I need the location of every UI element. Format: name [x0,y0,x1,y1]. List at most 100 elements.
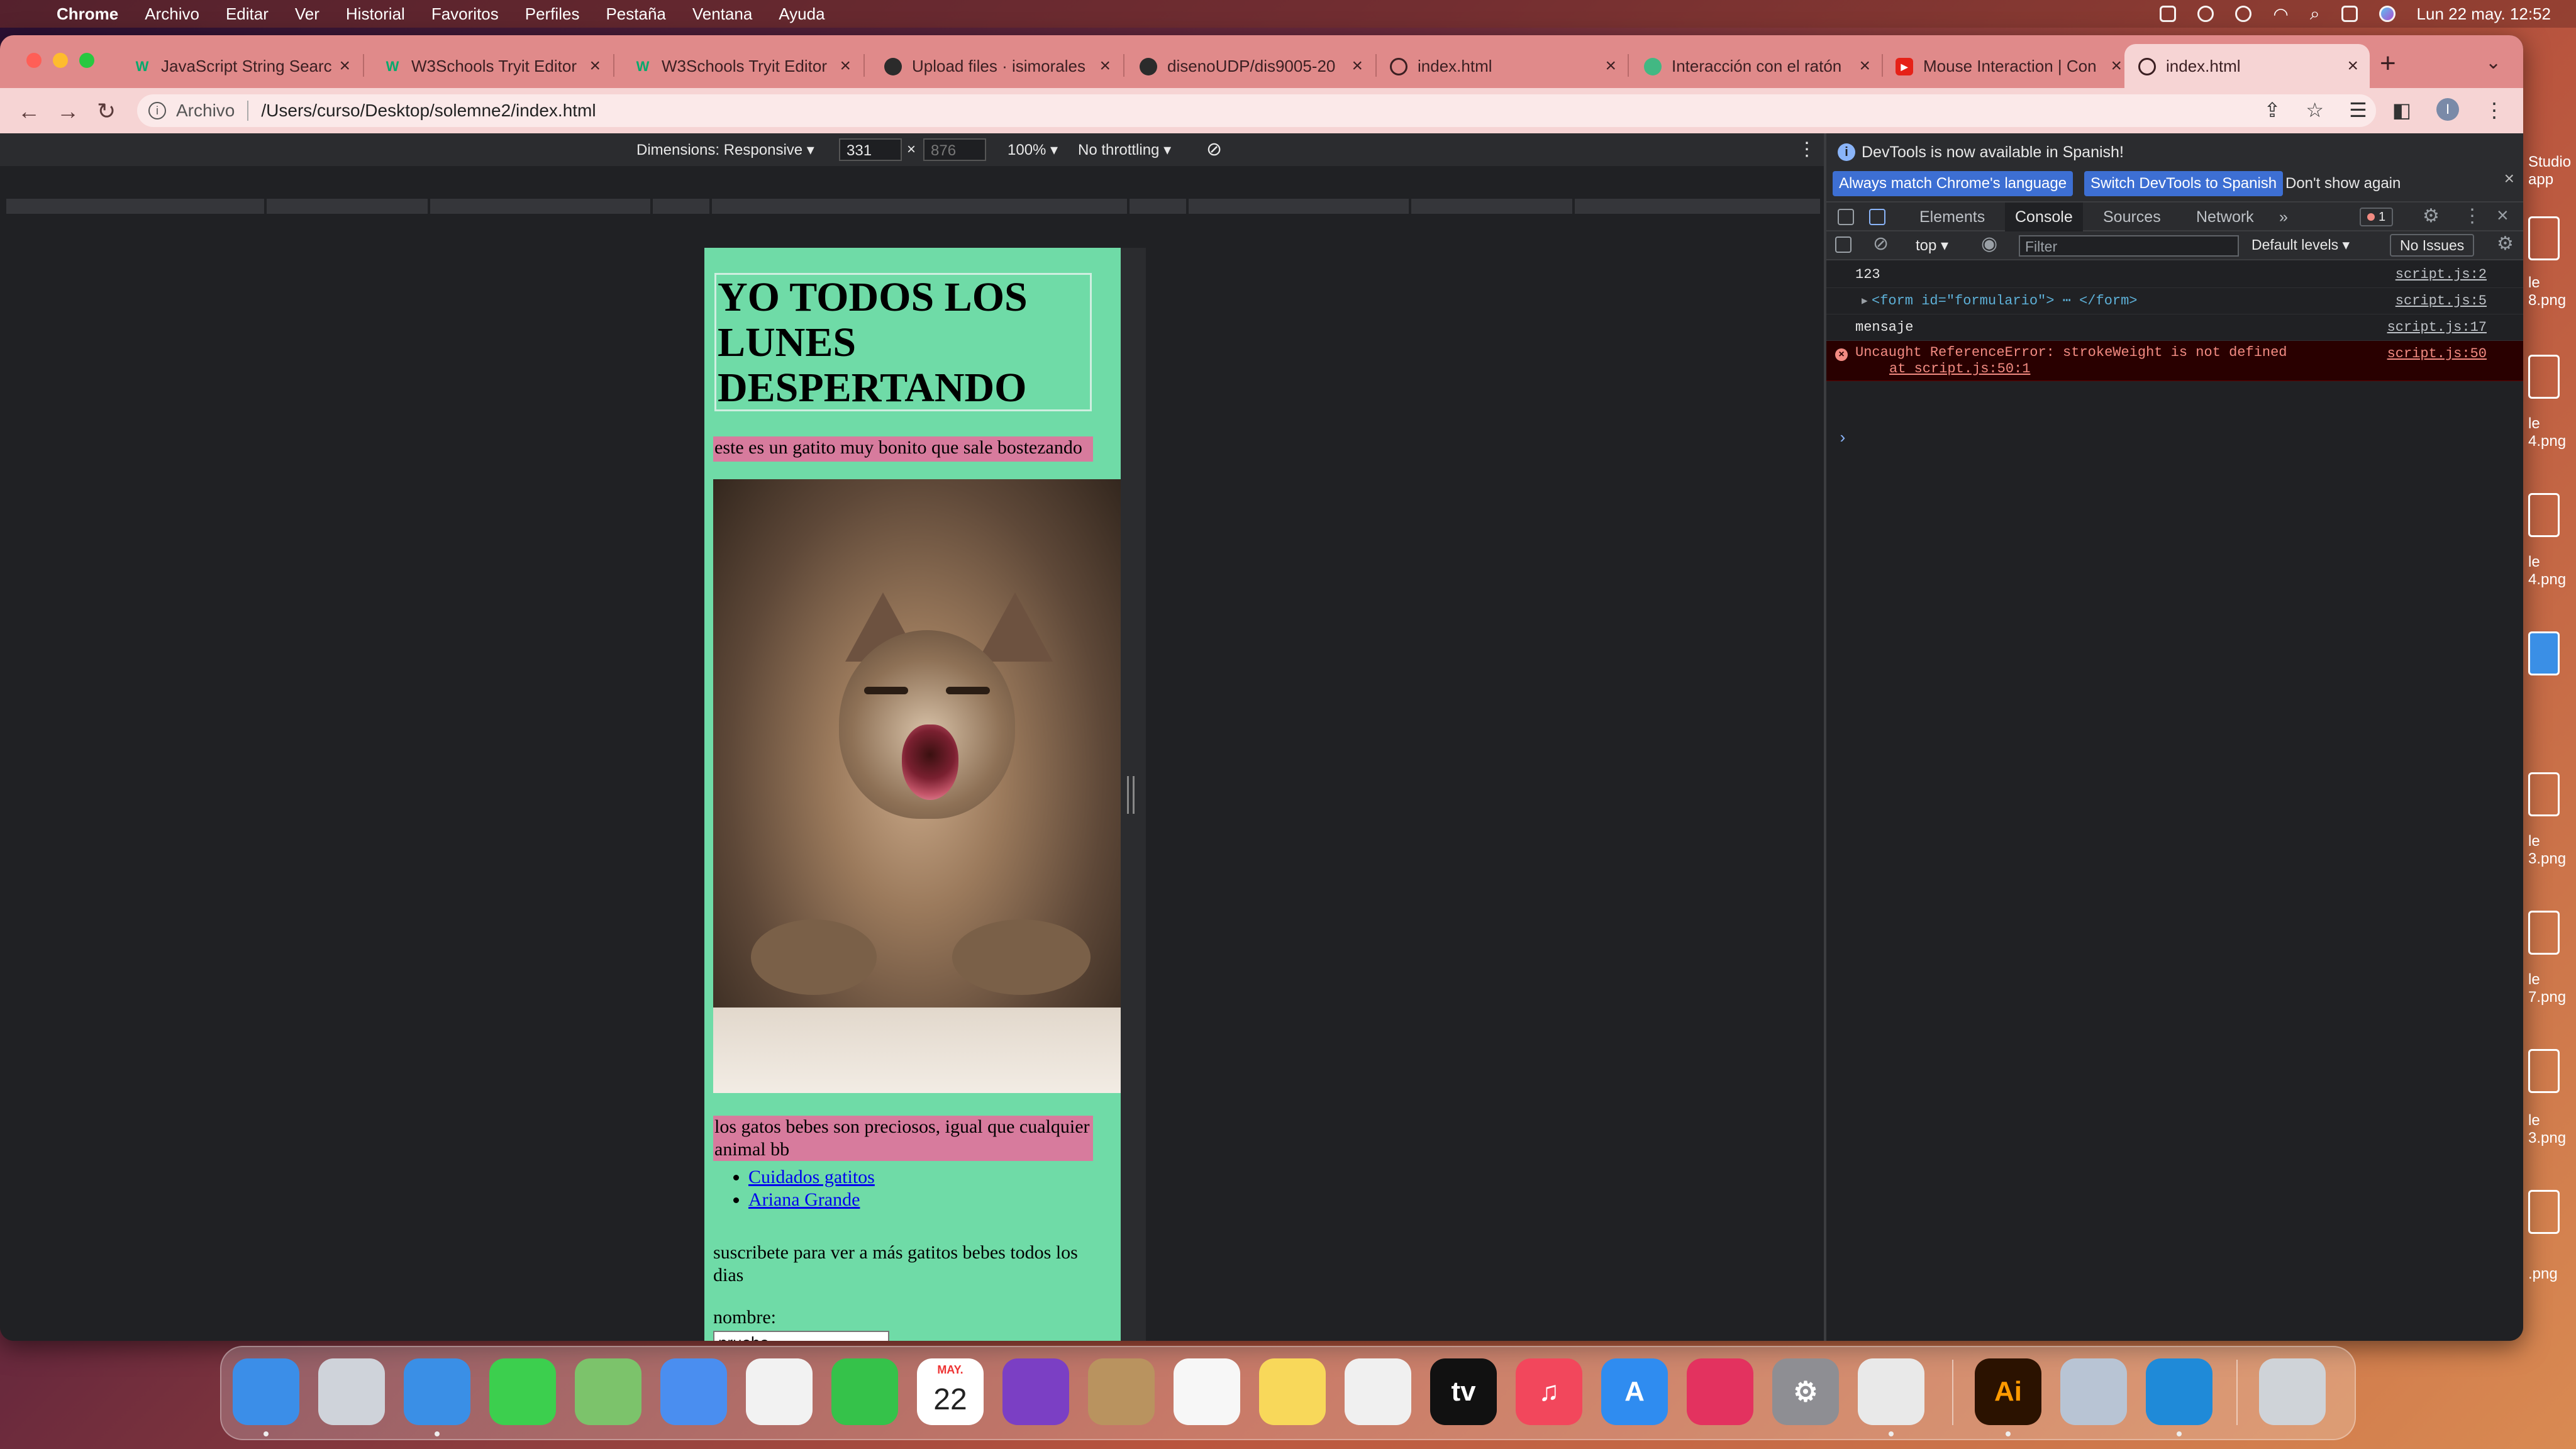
menu-ver[interactable]: Ver [295,4,319,24]
file-icon[interactable] [2528,355,2560,399]
more-menu-icon[interactable]: ⋮ [2484,98,2504,122]
reload-icon[interactable]: ↻ [97,98,116,125]
music-icon[interactable]: ♫ [1516,1358,1582,1425]
back-arrow-icon[interactable]: ← [18,98,40,125]
desktop-label[interactable]: le [2528,415,2540,433]
desktop-label[interactable]: 3.png [2528,1130,2566,1147]
close-window-button[interactable] [26,53,42,68]
height-input[interactable]: 876 [923,138,986,161]
viewport-resize-handle[interactable] [1127,776,1135,814]
tab-8[interactable]: ▶ Mouse Interaction | Con × [1882,44,2133,88]
desktop-label[interactable]: .png [2528,1265,2558,1283]
log-source-link[interactable]: script.js:2 [2396,262,2487,288]
tab-sources[interactable]: Sources [2093,203,2171,231]
menu-favoritos[interactable]: Favoritos [431,4,499,24]
illustrator-icon[interactable]: Ai [1975,1358,2041,1425]
calendar-icon[interactable]: MAY. 22 [917,1358,984,1425]
close-tab-icon[interactable]: × [2111,55,2122,77]
reading-list-icon[interactable]: ☰ [2349,98,2367,122]
name-input[interactable]: prueba [713,1331,889,1341]
menu-ventana[interactable]: Ventana [692,4,752,24]
switch-spanish-button[interactable]: Switch DevTools to Spanish [2084,171,2284,196]
tab-4[interactable]: Upload files · isimorales × [870,44,1122,88]
log-source-link[interactable]: script.js:17 [2387,314,2487,341]
settings-gear-icon[interactable]: ⚙ [2423,205,2440,227]
mail-icon[interactable] [660,1358,727,1425]
desktop-label[interactable]: 4.png [2528,571,2566,589]
trash-icon[interactable] [2259,1358,2326,1425]
log-source-link[interactable]: script.js:5 [2396,288,2487,314]
menu-archivo[interactable]: Archivo [145,4,199,24]
menu-app-name[interactable]: Chrome [57,4,118,24]
photos-icon[interactable] [746,1358,813,1425]
desktop-label[interactable]: 4.png [2528,433,2566,450]
clear-console-icon[interactable]: ⊘ [1873,233,1889,255]
desktop-label[interactable]: 7.png [2528,989,2566,1006]
share-icon[interactable]: ⇪ [2264,98,2281,122]
menu-pestana[interactable]: Pestaña [606,4,665,24]
close-tab-icon[interactable]: × [1099,55,1111,77]
console-settings-icon[interactable]: ⚙ [2497,233,2514,255]
file-icon[interactable] [2528,631,2560,675]
close-tab-icon[interactable]: × [2347,55,2358,77]
wifi-icon[interactable]: ◠ [2273,4,2288,25]
play-status-icon[interactable] [2235,6,2252,22]
media-query-bar[interactable] [1189,199,1409,214]
profile-avatar-icon[interactable]: I [2436,98,2459,121]
device-toggle-icon[interactable] [1869,209,1885,225]
control-center-icon[interactable] [2341,6,2358,22]
preview-icon[interactable] [2060,1358,2127,1425]
close-devtools-icon[interactable]: × [2497,204,2509,227]
rotate-icon[interactable]: ⊘ [1206,138,1222,160]
contacts-icon[interactable] [1088,1358,1155,1425]
context-select[interactable]: top ▾ [1916,236,1948,255]
tab-3[interactable]: W W3Schools Tryit Editor × [620,44,862,88]
tab-network[interactable]: Network [2186,203,2264,231]
link-ariana-grande[interactable]: Ariana Grande [748,1189,860,1210]
tab-2[interactable]: W W3Schools Tryit Editor × [370,44,612,88]
freeform-icon[interactable] [1345,1358,1411,1425]
devtools-menu-icon[interactable]: ⋮ [2463,205,2482,227]
close-tab-icon[interactable]: × [589,55,601,77]
console-filter-input[interactable]: Filter [2019,235,2239,257]
menu-editar[interactable]: Editar [226,4,269,24]
maps-icon[interactable] [575,1358,641,1425]
tab-9-active[interactable]: index.html × [2124,44,2370,88]
tab-elements[interactable]: Elements [1909,203,1995,231]
close-tab-icon[interactable]: × [1859,55,1870,77]
dimensions-select[interactable]: Dimensions: Responsive ▾ [636,141,814,159]
media-query-bar[interactable] [1575,199,1820,214]
messages-icon[interactable] [489,1358,556,1425]
system-settings-icon[interactable]: ⚙ [1772,1358,1839,1425]
file-icon[interactable] [2528,1049,2560,1093]
media-query-bar[interactable] [1411,199,1572,214]
inspect-element-icon[interactable] [1838,209,1854,225]
menu-historial[interactable]: Historial [346,4,405,24]
tab-5[interactable]: disenoUDP/dis9005-20 × [1126,44,1374,88]
device-more-icon[interactable]: ⋮ [1797,138,1816,160]
desktop-label[interactable]: le [2528,553,2540,571]
desktop-label[interactable]: app [2528,171,2553,189]
file-icon[interactable] [2528,493,2560,537]
tab-1[interactable]: W JavaScript String Searc × [119,44,362,88]
side-panel-icon[interactable]: ◧ [2392,98,2411,122]
reminders-icon[interactable] [1174,1358,1240,1425]
close-tab-icon[interactable]: × [1605,55,1616,77]
close-tab-icon[interactable]: × [840,55,851,77]
safari-icon[interactable] [404,1358,470,1425]
menu-clock[interactable]: Lun 22 may. 12:52 [2417,4,2551,24]
media-query-bar[interactable] [653,199,709,214]
match-language-button[interactable]: Always match Chrome's language [1833,171,2074,196]
bookmark-star-icon[interactable]: ☆ [2306,98,2324,122]
new-tab-button[interactable]: + [2380,48,2396,79]
tab-search-chevron-icon[interactable]: ⌄ [2485,52,2501,74]
console-prompt[interactable]: › [1838,429,1848,448]
sync-status-icon[interactable] [2197,6,2214,22]
live-expression-eye-icon[interactable]: ◉ [1981,233,1997,255]
file-icon[interactable] [2528,216,2560,260]
address-url[interactable]: /Users/curso/Desktop/solemne2/index.html [261,101,596,121]
notes-icon[interactable] [1259,1358,1326,1425]
close-banner-icon[interactable]: × [2504,169,2514,189]
site-info-icon[interactable]: i [148,102,166,119]
tab-7[interactable]: Interacción con el ratón × [1630,44,1882,88]
